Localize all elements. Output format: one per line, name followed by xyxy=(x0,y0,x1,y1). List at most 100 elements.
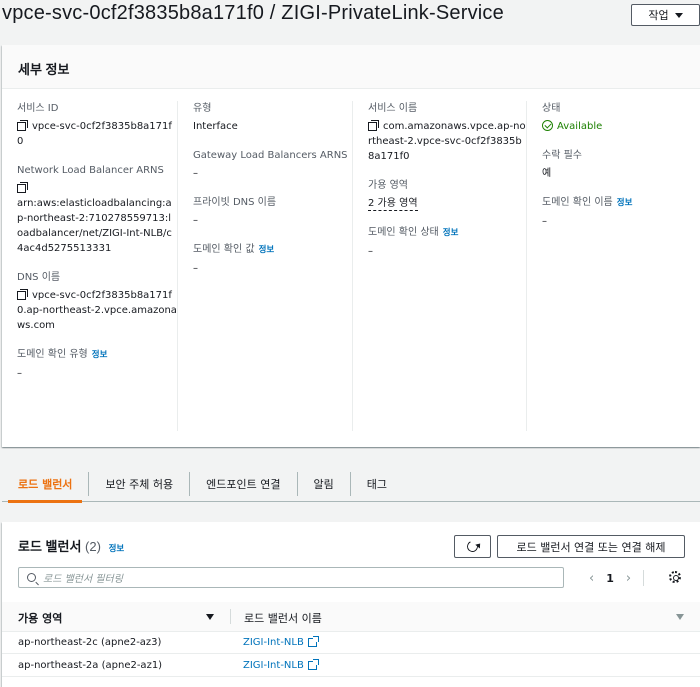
tab-notifications[interactable]: 알림 xyxy=(296,471,350,496)
filter-placeholder: 로드 밸런서 필터링 xyxy=(43,574,123,585)
dns-name-field: DNS 이름 vpce-svc-0cf2f3835b8a171f0.ap-nor… xyxy=(17,270,177,333)
status-field: 상태 Available xyxy=(542,101,700,134)
row-az: ap-northeast-2c (apne2-az3) xyxy=(18,637,162,648)
status-label: 상태 xyxy=(542,103,561,114)
sort-desc-icon[interactable] xyxy=(206,614,214,620)
gwlb-arns-value: – xyxy=(193,168,198,179)
availability-zones-label: 가용 영역 xyxy=(368,180,408,191)
copy-icon[interactable] xyxy=(17,182,28,193)
nlb-arns-field: Network Load Balancer ARNS arn:aws:elast… xyxy=(17,163,177,256)
load-balancers-panel: 로드 밸런서 (2) 정보 로드 밸런서 연결 또는 연결 해제 로드 밸런서 … xyxy=(2,522,700,687)
load-balancer-filter-input[interactable]: 로드 밸런서 필터링 xyxy=(18,567,564,588)
domain-verify-value-label: 도메인 확인 값 xyxy=(193,244,255,255)
domain-verify-status-field: 도메인 확인 상태 정보 – xyxy=(368,225,527,259)
pagination: ‹ 1 › xyxy=(589,570,645,586)
actions-label: 작업 xyxy=(648,9,669,22)
tab-bar: 로드 밸런서 보안 주체 허용 엔드포인트 연결 알림 태그 xyxy=(2,466,700,503)
type-field: 유형 Interface xyxy=(193,101,352,134)
gwlb-arns-field: Gateway Load Balancers ARNS – xyxy=(193,148,352,181)
dns-name-value: vpce-svc-0cf2f3835b8a171f0.ap-northeast-… xyxy=(17,290,177,331)
tab-endpoint-connections[interactable]: 엔드포인트 연결 xyxy=(189,471,296,496)
load-balancers-heading: 로드 밸런서 (2) 정보 xyxy=(18,536,124,555)
page-number[interactable]: 1 xyxy=(606,572,614,585)
copy-icon[interactable] xyxy=(17,120,28,131)
details-header: 세부 정보 xyxy=(2,45,700,89)
info-link[interactable]: 정보 xyxy=(259,245,275,255)
service-id-label: 서비스 ID xyxy=(17,103,59,114)
table-header: 가용 영역 로드 밸런서 이름 xyxy=(2,602,700,632)
actions-dropdown-button[interactable]: 작업 xyxy=(631,4,700,26)
row-lb-name[interactable]: ZIGI-Int-NLB xyxy=(243,637,304,648)
status-value: Available xyxy=(557,121,603,132)
type-label: 유형 xyxy=(193,103,212,114)
details-column-4: 상태 Available 수락 필수 예 도메인 확인 이름 정보 – xyxy=(526,101,700,431)
tab-allow-principals[interactable]: 보안 주체 허용 xyxy=(88,471,189,496)
domain-verify-type-value: – xyxy=(17,368,22,379)
search-icon xyxy=(27,573,36,582)
caret-down-icon xyxy=(674,12,683,18)
gwlb-arns-label: Gateway Load Balancers ARNS xyxy=(193,150,348,161)
sort-icon[interactable] xyxy=(676,614,684,620)
service-id-value: vpce-svc-0cf2f3835b8a171f0 xyxy=(17,121,172,147)
row-az: ap-northeast-2a (apne2-az1) xyxy=(18,660,163,671)
private-dns-field: 프라이빗 DNS 이름 – xyxy=(193,195,352,228)
domain-verify-status-label: 도메인 확인 상태 xyxy=(368,227,439,238)
load-balancers-title: 로드 밸런서 xyxy=(18,539,82,554)
load-balancers-count: (2) xyxy=(85,539,101,554)
acceptance-required-field: 수락 필수 예 xyxy=(542,148,700,181)
refresh-button[interactable] xyxy=(454,535,491,558)
chevron-left-icon[interactable]: ‹ xyxy=(589,571,594,586)
row-lb-link[interactable]: ZIGI-Int-NLB xyxy=(243,636,319,648)
table-row: ap-northeast-2c (apne2-az3) ZIGI-Int-NLB xyxy=(2,632,700,654)
domain-verify-name-value: – xyxy=(542,216,547,227)
row-lb-name[interactable]: ZIGI-Int-NLB xyxy=(243,660,304,671)
info-link[interactable]: 정보 xyxy=(617,198,633,208)
external-link-icon xyxy=(307,659,319,670)
private-dns-label: 프라이빗 DNS 이름 xyxy=(193,197,277,208)
table-row: ap-northeast-2a (apne2-az1) ZIGI-Int-NLB xyxy=(2,655,700,677)
gear-icon[interactable] xyxy=(669,571,681,583)
column-divider xyxy=(230,609,231,624)
tab-load-balancers[interactable]: 로드 밸런서 xyxy=(2,466,88,503)
info-link[interactable]: 정보 xyxy=(109,543,125,553)
chevron-right-icon[interactable]: › xyxy=(626,571,631,586)
details-column-3: 서비스 이름 com.amazonaws.vpce.ap-northeast-2… xyxy=(352,101,527,431)
external-link-icon xyxy=(307,636,319,647)
info-link[interactable]: 정보 xyxy=(443,228,459,238)
private-dns-value: – xyxy=(193,215,198,226)
associate-load-balancer-button[interactable]: 로드 밸런서 연결 또는 연결 해제 xyxy=(497,535,685,558)
acceptance-required-label: 수락 필수 xyxy=(542,150,582,161)
dns-name-label: DNS 이름 xyxy=(17,272,61,283)
domain-verify-value-value: – xyxy=(193,263,198,274)
refresh-icon xyxy=(465,539,480,554)
domain-verify-status-value: – xyxy=(368,246,373,257)
nlb-arns-value: arn:aws:elasticloadbalancing:ap-northeas… xyxy=(17,198,172,254)
domain-verify-type-field: 도메인 확인 유형 정보 – xyxy=(17,347,177,381)
column-header-lb-name[interactable]: 로드 밸런서 이름 xyxy=(244,610,322,626)
acceptance-required-value: 예 xyxy=(542,168,552,179)
domain-verify-value-field: 도메인 확인 값 정보 – xyxy=(193,242,352,276)
details-column-1: 서비스 ID vpce-svc-0cf2f3835b8a171f0 Networ… xyxy=(2,101,177,431)
copy-icon[interactable] xyxy=(368,120,379,131)
domain-verify-name-label: 도메인 확인 이름 xyxy=(542,197,613,208)
info-link[interactable]: 정보 xyxy=(92,350,108,360)
availability-zones-field: 가용 영역 2 가용 영역 xyxy=(368,178,527,211)
page-title: vpce-svc-0cf2f3835b8a171f0 / ZIGI-Privat… xyxy=(2,2,504,24)
row-lb-link[interactable]: ZIGI-Int-NLB xyxy=(243,659,319,671)
details-column-2: 유형 Interface Gateway Load Balancers ARNS… xyxy=(177,101,352,431)
domain-verify-type-label: 도메인 확인 유형 xyxy=(17,349,88,360)
nlb-arns-label: Network Load Balancer ARNS xyxy=(17,165,164,176)
pager-divider xyxy=(643,570,645,586)
details-panel: 세부 정보 서비스 ID vpce-svc-0cf2f3835b8a171f0 … xyxy=(2,45,700,447)
service-id-field: 서비스 ID vpce-svc-0cf2f3835b8a171f0 xyxy=(17,101,177,149)
column-header-az[interactable]: 가용 영역 xyxy=(18,610,62,626)
type-value: Interface xyxy=(193,121,238,132)
service-name-value: com.amazonaws.vpce.ap-northeast-2.vpce-s… xyxy=(368,121,526,162)
check-circle-icon xyxy=(542,120,553,131)
copy-icon[interactable] xyxy=(17,289,28,300)
availability-zones-value[interactable]: 2 가용 영역 xyxy=(368,198,418,211)
domain-verify-name-field: 도메인 확인 이름 정보 – xyxy=(542,195,700,229)
service-name-label: 서비스 이름 xyxy=(368,103,418,114)
service-name-field: 서비스 이름 com.amazonaws.vpce.ap-northeast-2… xyxy=(368,101,527,164)
tab-tags[interactable]: 태그 xyxy=(349,471,403,496)
